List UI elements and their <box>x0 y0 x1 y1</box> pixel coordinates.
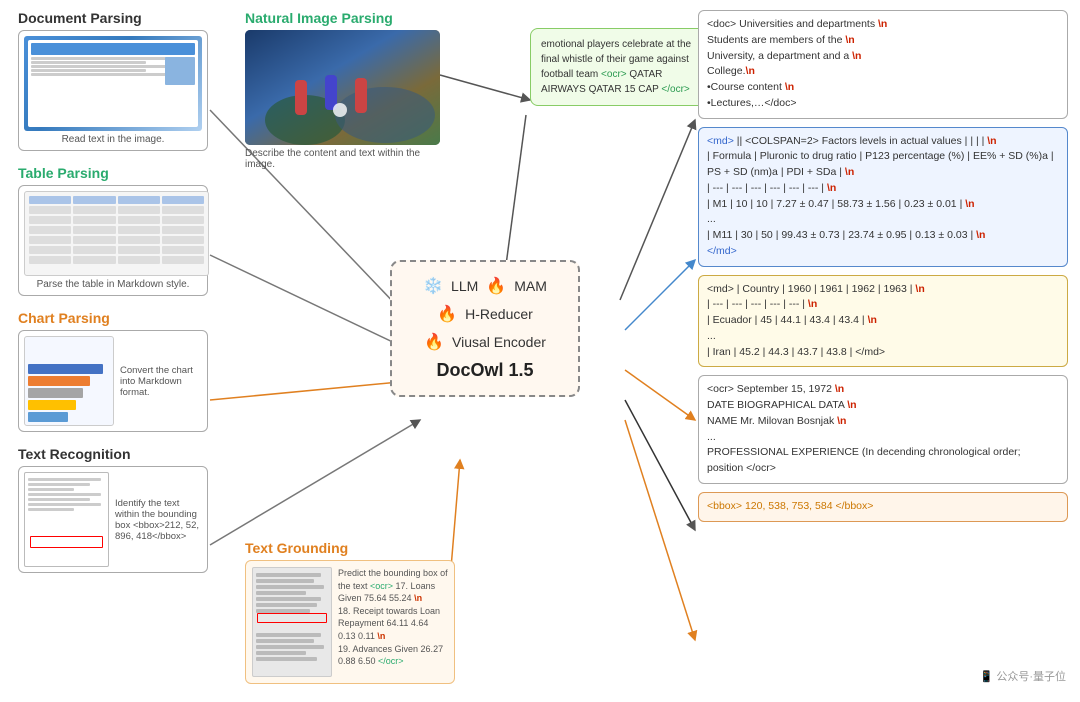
text-recognition-caption: Identify the text within the bounding bo… <box>115 472 202 567</box>
text-grounding-section: Text Grounding Predict the bounding box … <box>245 540 455 684</box>
document-parsing-box: Read text in the image. <box>18 30 208 151</box>
model-visual-encoder-row: 🔥 Viusal Encoder <box>408 332 562 352</box>
model-hreducer-label: H-Reducer <box>465 306 533 322</box>
natural-image-parsing-section: Natural Image Parsing <box>245 10 445 170</box>
llm-icon: ❄️ <box>423 276 443 296</box>
ocr-tag-close: </ocr> <box>661 84 689 95</box>
md-country-text: <md> | Country | 1960 | 1961 | 1962 | 19… <box>707 283 925 358</box>
md-country-output: <md> | Country | 1960 | 1961 | 1962 | 19… <box>698 275 1068 368</box>
text-grounding-box: Predict the bounding box of the text <oc… <box>245 560 455 684</box>
document-parsing-section: Document Parsing Read text in the image. <box>18 10 238 151</box>
right-column: <doc> Universities and departments \n St… <box>698 10 1068 522</box>
left-column: Document Parsing Read text in the image. <box>18 10 238 573</box>
table-parsing-section: Table Parsing <box>18 165 238 296</box>
model-hreducer-row: 🔥 H-Reducer <box>408 304 562 324</box>
model-section: ❄️ LLM 🔥 MAM 🔥 H-Reducer 🔥 Viusal Encode… <box>390 260 590 397</box>
center-input-box: emotional players celebrate at the final… <box>530 28 720 106</box>
watermark: 📱 公众号·量子位 <box>980 668 1066 684</box>
ocr-doc-text: <doc> Universities and departments \n St… <box>707 18 887 109</box>
text-grounding-image <box>252 567 332 677</box>
main-container: Document Parsing Read text in the image. <box>0 0 1080 702</box>
chart-parsing-image <box>24 336 114 426</box>
model-visual-encoder-label: Viusal Encoder <box>452 334 546 350</box>
model-box: ❄️ LLM 🔥 MAM 🔥 H-Reducer 🔥 Viusal Encode… <box>390 260 580 397</box>
hreducer-icon: 🔥 <box>437 304 457 324</box>
chart-parsing-title: Chart Parsing <box>18 310 238 326</box>
model-mam-label: MAM <box>514 278 547 294</box>
chart-parsing-section: Chart Parsing <box>18 310 238 432</box>
ocr-tag-open: <ocr> <box>601 69 627 80</box>
mam-icon: 🔥 <box>486 276 506 296</box>
text-recognition-title: Text Recognition <box>18 446 238 462</box>
document-parsing-caption: Read text in the image. <box>24 134 202 145</box>
watermark-text: 公众号·量子位 <box>996 668 1066 684</box>
text-grounding-text: Predict the bounding box of the text <oc… <box>338 567 448 677</box>
ocr-bio-output: <ocr> September 15, 1972 \n DATE BIOGRAP… <box>698 375 1068 484</box>
text-grounding-title: Text Grounding <box>245 540 455 556</box>
text-recognition-section: Text Recognition Identify the te <box>18 446 238 573</box>
visual-encoder-icon: 🔥 <box>424 332 444 352</box>
table-parsing-box: Parse the table in Markdown style. <box>18 185 208 296</box>
ocr-bio-text: <ocr> September 15, 1972 \n DATE BIOGRAP… <box>707 383 1021 474</box>
text-recognition-image <box>24 472 109 567</box>
center-input-text: emotional players celebrate at the final… <box>541 39 691 95</box>
natural-image-parsing-image <box>245 30 440 145</box>
document-parsing-image <box>24 36 202 131</box>
table-parsing-image <box>24 191 209 276</box>
bounding-box-indicator <box>30 536 103 548</box>
ocr-doc-output: <doc> Universities and departments \n St… <box>698 10 1068 119</box>
bbox-output: <bbox> 120, 538, 753, 584 </bbox> <box>698 492 1068 522</box>
soccer-image-svg <box>245 30 440 145</box>
table-parsing-caption: Parse the table in Markdown style. <box>24 279 202 290</box>
bbox-text: <bbox> 120, 538, 753, 584 </bbox> <box>707 500 873 512</box>
text-recognition-box: Identify the text within the bounding bo… <box>18 466 208 573</box>
chart-parsing-caption: Convert the chart into Markdown format. <box>120 336 202 426</box>
natural-image-parsing-caption: Describe the content and text within the… <box>245 148 445 170</box>
natural-image-parsing-title: Natural Image Parsing <box>245 10 445 26</box>
watermark-icon: 📱 <box>980 670 994 683</box>
model-name: DocOwl 1.5 <box>408 360 562 381</box>
model-llm-row: ❄️ LLM 🔥 MAM <box>408 276 562 296</box>
table-parsing-title: Table Parsing <box>18 165 238 181</box>
chart-parsing-box: Convert the chart into Markdown format. <box>18 330 208 432</box>
md-table-output: <md> || <COLSPAN=2> Factors levels in ac… <box>698 127 1068 267</box>
document-parsing-title: Document Parsing <box>18 10 238 26</box>
model-llm-label: LLM <box>451 278 478 294</box>
md-table-text: <md> || <COLSPAN=2> Factors levels in ac… <box>707 135 1054 257</box>
text-grounding-red-box <box>257 613 327 623</box>
